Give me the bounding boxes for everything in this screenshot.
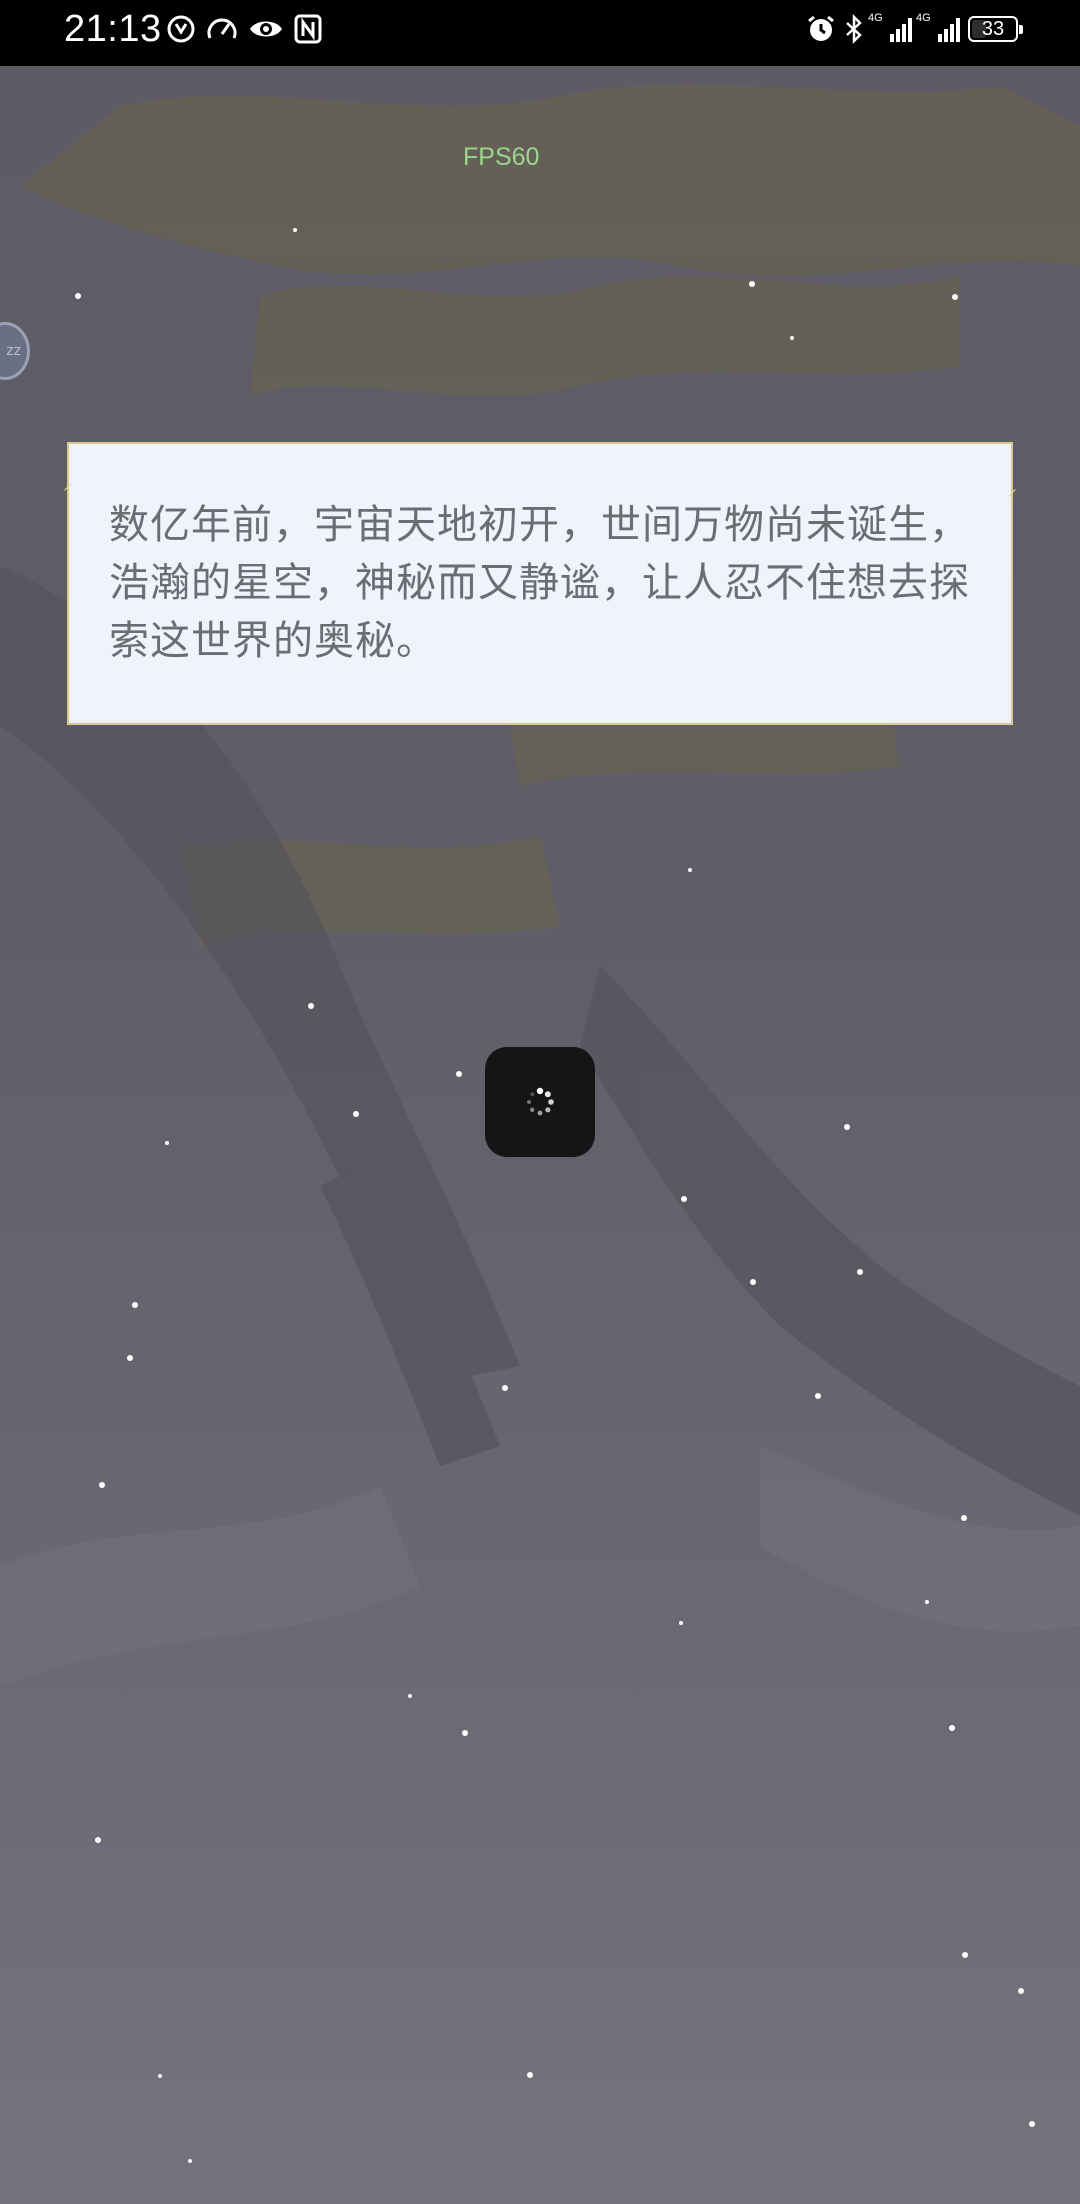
dialog-sparkle-icon: ⸝	[1007, 476, 1017, 500]
game-screen[interactable]: 21:13 4G 4G 33 FPS60 zz ⸝ ⸝ 数亿年前，宇宙天地初开，…	[0, 0, 1080, 2204]
network-type-1: 4G	[868, 12, 883, 24]
nfc-icon	[294, 14, 322, 44]
bluetooth-icon	[846, 14, 862, 44]
signal-strength-2-icon: 4G	[916, 12, 960, 42]
fps-counter: FPS60	[463, 143, 540, 171]
dialog-text: 数亿年前，宇宙天地初开，世间万物尚未诞生，浩瀚的星空，神秘而又静谧，让人忍不住想…	[109, 502, 970, 664]
eye-icon	[250, 21, 282, 37]
signal-strength-1-icon: 4G	[868, 12, 912, 42]
network-type-2: 4G	[916, 12, 931, 24]
game-accelerator-icon	[167, 15, 195, 43]
dialog-sparkle-icon: ⸝	[63, 470, 73, 494]
status-bar: 21:13 4G 4G 33	[0, 0, 1080, 66]
battery-level: 33	[981, 18, 1005, 40]
loading-indicator	[485, 1047, 595, 1157]
status-time: 21:13	[64, 8, 162, 50]
status-left-icons	[166, 14, 322, 44]
speed-gauge-icon	[207, 18, 237, 39]
status-right-icons: 4G 4G 33	[806, 12, 1023, 44]
alarm-icon	[808, 15, 834, 41]
story-dialog[interactable]: ⸝ ⸝ 数亿年前，宇宙天地初开，世间万物尚未诞生，浩瀚的星空，神秘而又静谧，让人…	[63, 442, 1017, 725]
spinner-icon	[527, 1087, 554, 1116]
battery-icon: 33	[968, 16, 1023, 42]
